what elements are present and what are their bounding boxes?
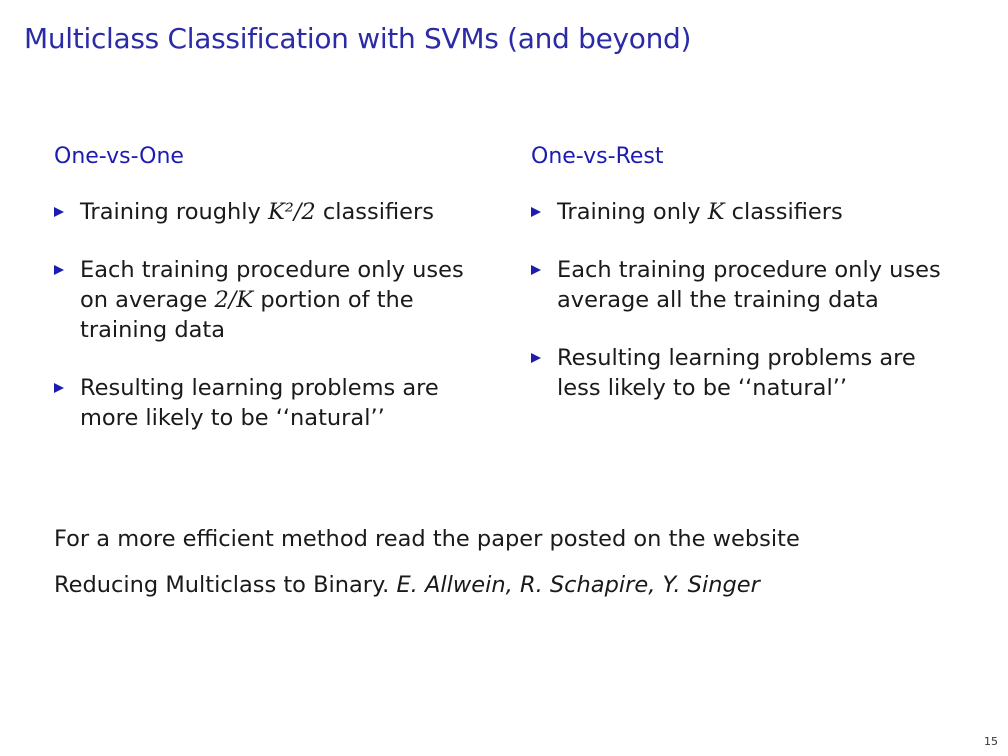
paper-authors: E. Allwein, R. Schapire, Y. Singer: [396, 572, 760, 598]
item-text: Training roughly: [80, 199, 268, 225]
item-text: classifiers: [315, 199, 434, 225]
paper-title: Reducing Multiclass to Binary.: [54, 572, 397, 598]
one-vs-one-heading: One-vs-One: [54, 144, 184, 169]
triangle-bullet-icon: [531, 353, 541, 363]
slide-title: Multiclass Classification with SVMs (and…: [24, 22, 692, 55]
math-expression: K²/2: [267, 199, 316, 225]
triangle-bullet-icon: [54, 383, 64, 393]
list-item: Training roughly K²/2 classifiers: [54, 197, 484, 227]
triangle-bullet-icon: [531, 265, 541, 275]
item-text: Resulting learning problems are more lik…: [80, 375, 439, 431]
page-number: 15: [984, 735, 998, 748]
paper-reference: Reducing Multiclass to Binary. E. Allwei…: [54, 572, 760, 598]
one-vs-one-column: One-vs-One Training roughly K²/2 classif…: [54, 144, 484, 461]
list-item: Each training procedure only uses on ave…: [54, 255, 484, 345]
list-item: Resulting learning problems are less lik…: [531, 343, 961, 403]
triangle-bullet-icon: [531, 207, 541, 217]
one-vs-rest-heading: One-vs-Rest: [531, 144, 664, 169]
item-text: Training only: [557, 199, 708, 225]
triangle-bullet-icon: [54, 207, 64, 217]
item-text: classifiers: [724, 199, 843, 225]
list-item: Resulting learning problems are more lik…: [54, 373, 484, 433]
math-expression: 2/K: [214, 287, 254, 313]
list-item: Training only K classifiers: [531, 197, 961, 227]
list-item: Each training procedure only uses averag…: [531, 255, 961, 315]
math-expression: K: [707, 199, 725, 225]
item-text: Each training procedure only uses averag…: [557, 257, 941, 313]
footer-note: For a more efficient method read the pap…: [54, 526, 800, 552]
item-text: Resulting learning problems are less lik…: [557, 345, 916, 401]
one-vs-rest-column: One-vs-Rest Training only K classifiers …: [531, 144, 961, 431]
triangle-bullet-icon: [54, 265, 64, 275]
